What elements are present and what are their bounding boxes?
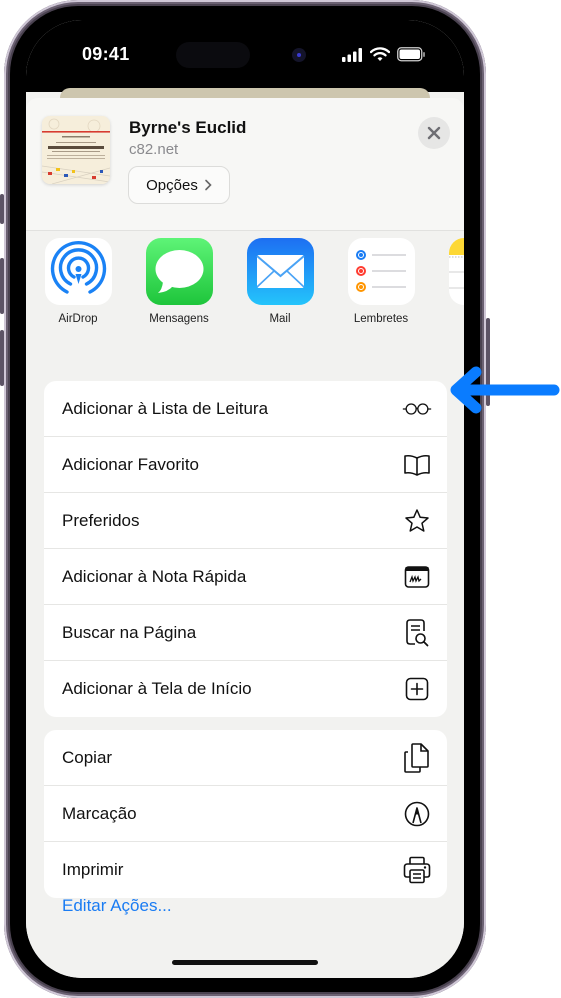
printer-icon <box>402 855 432 885</box>
chevron-right-icon <box>205 179 212 191</box>
action-label: Buscar na Página <box>62 622 197 642</box>
camera-icon <box>292 48 306 62</box>
messages-icon <box>145 238 213 305</box>
app-label: Mensagens <box>149 313 209 325</box>
action-label: Imprimir <box>62 860 124 879</box>
action-add-to-reading-list[interactable]: Adicionar à Lista de Leitura <box>44 381 447 437</box>
action-find-in-page[interactable]: Buscar na Página <box>44 605 447 661</box>
glasses-icon <box>402 394 432 424</box>
copy-icon <box>402 742 432 773</box>
mail-icon <box>246 238 314 305</box>
options-button[interactable]: Opções <box>128 166 230 204</box>
airdrop-icon <box>44 238 112 305</box>
app-notes[interactable] <box>437 238 464 305</box>
action-markup[interactable]: Marcação <box>44 786 447 842</box>
action-add-bookmark[interactable]: Adicionar Favorito <box>44 437 447 493</box>
action-label: Adicionar à Lista de Leitura <box>62 398 269 418</box>
close-button[interactable] <box>418 117 450 149</box>
volume-up-button <box>0 258 4 314</box>
share-sheet-header: Byrne's Euclid c82.net Opções <box>26 98 464 231</box>
find-in-page-icon <box>402 618 432 648</box>
dynamic-island <box>176 42 250 68</box>
action-add-to-home-screen[interactable]: Adicionar à Tela de Início <box>44 661 447 717</box>
wifi-icon <box>370 47 390 61</box>
action-label: Adicionar à Tela de Início <box>62 679 252 698</box>
thumbnail-image <box>42 116 110 184</box>
add-square-icon <box>402 674 432 704</box>
volume-down-button <box>0 330 4 386</box>
close-icon <box>427 126 441 140</box>
action-favorites[interactable]: Preferidos <box>44 493 447 549</box>
action-add-to-quick-note[interactable]: Adicionar à Nota Rápida <box>44 549 447 605</box>
app-label: Mail <box>269 313 291 325</box>
options-label: Opções <box>146 176 198 194</box>
page-title: Byrne's Euclid <box>129 118 247 137</box>
action-label: Copiar <box>62 747 113 767</box>
screen: 09:41 Byrne's Euclid c82.net Opções AirD… <box>26 20 464 978</box>
actions-group-secondary: Copiar Marcação Imprimir <box>44 730 447 898</box>
share-sheet: Byrne's Euclid c82.net Opções AirDrop Me… <box>26 98 464 978</box>
action-print[interactable]: Imprimir <box>44 842 447 898</box>
battery-icon <box>397 47 425 62</box>
markup-icon <box>402 799 432 829</box>
page-thumbnail <box>42 116 110 184</box>
app-row: AirDrop Mensagens Mail Lembretes <box>26 238 464 358</box>
status-bar: 09:41 <box>26 20 464 92</box>
edit-actions-link[interactable]: Editar Ações... <box>62 896 172 916</box>
arrow-left-icon <box>450 366 560 414</box>
action-label: Preferidos <box>62 510 140 530</box>
reminders-icon <box>347 238 415 305</box>
app-airdrop[interactable]: AirDrop <box>33 238 123 325</box>
app-messages[interactable]: Mensagens <box>134 238 224 325</box>
status-time: 09:41 <box>82 44 130 64</box>
app-mail[interactable]: Mail <box>235 238 325 325</box>
quick-note-icon <box>402 562 432 592</box>
home-indicator <box>172 960 318 965</box>
star-icon <box>402 506 432 536</box>
cellular-signal-icon <box>342 48 362 62</box>
action-label: Marcação <box>62 803 137 823</box>
app-label: Lembretes <box>353 313 409 325</box>
action-label: Adicionar à Nota Rápida <box>62 566 247 586</box>
notes-icon <box>448 238 464 305</box>
app-label: AirDrop <box>58 313 98 325</box>
action-button <box>0 194 4 224</box>
action-copy[interactable]: Copiar <box>44 730 447 786</box>
book-icon <box>402 450 432 480</box>
actions-group-primary: Adicionar à Lista de Leitura Adicionar F… <box>44 381 447 717</box>
page-domain: c82.net <box>129 141 179 158</box>
app-reminders[interactable]: Lembretes <box>336 238 426 325</box>
action-label: Adicionar Favorito <box>62 454 200 474</box>
